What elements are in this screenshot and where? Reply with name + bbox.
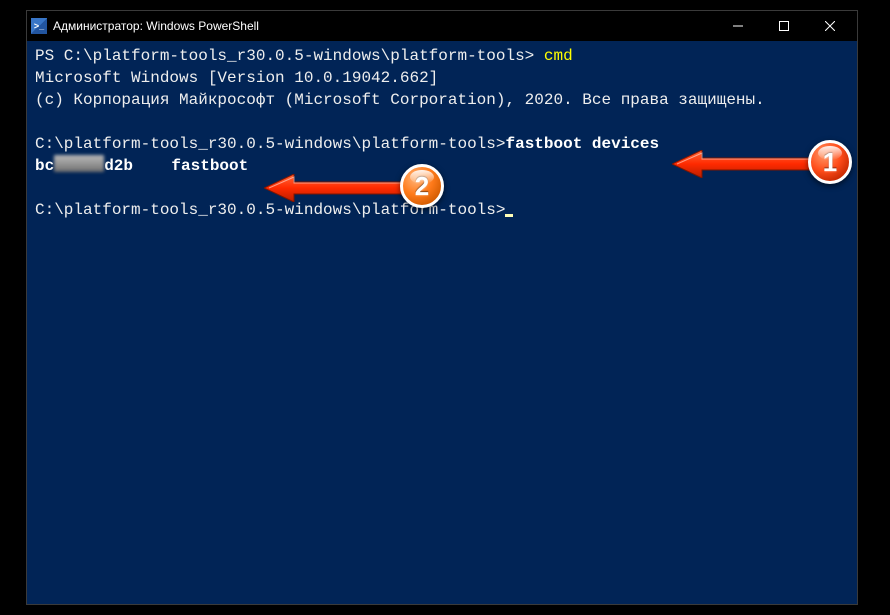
blank-line-2 <box>35 177 849 199</box>
cmd-prompt: C:\platform-tools_r30.0.5-windows\platfo… <box>35 135 505 153</box>
powershell-window: >_ Администратор: Windows PowerShell PS … <box>26 10 858 605</box>
titlebar[interactable]: >_ Администратор: Windows PowerShell <box>27 11 857 41</box>
fastboot-command-line: C:\platform-tools_r30.0.5-windows\platfo… <box>35 133 849 155</box>
current-prompt-line: C:\platform-tools_r30.0.5-windows\platfo… <box>35 199 849 221</box>
close-button[interactable] <box>807 11 853 41</box>
device-mode: fastboot <box>133 157 248 175</box>
cmd-command: cmd <box>544 47 573 65</box>
ps-prompt-line: PS C:\platform-tools_r30.0.5-windows\pla… <box>35 45 849 67</box>
cmd-prompt-current: C:\platform-tools_r30.0.5-windows\platfo… <box>35 201 505 219</box>
window-title: Администратор: Windows PowerShell <box>53 19 715 33</box>
powershell-icon: >_ <box>31 18 47 34</box>
blank-line <box>35 111 849 133</box>
device-id-suffix: d2b <box>104 157 133 175</box>
fastboot-devices-command: fastboot devices <box>505 135 659 153</box>
minimize-button[interactable] <box>715 11 761 41</box>
window-controls <box>715 11 853 41</box>
copyright-line: (c) Корпорация Майкрософт (Microsoft Cor… <box>35 89 849 111</box>
maximize-button[interactable] <box>761 11 807 41</box>
device-output-line: bc d2b fastboot <box>35 155 849 177</box>
blurred-device-id <box>54 155 104 172</box>
terminal-area[interactable]: PS C:\platform-tools_r30.0.5-windows\pla… <box>27 41 857 604</box>
device-id-prefix: bc <box>35 157 54 175</box>
version-line: Microsoft Windows [Version 10.0.19042.66… <box>35 67 849 89</box>
ps-prompt: PS C:\platform-tools_r30.0.5-windows\pla… <box>35 47 544 65</box>
cursor <box>505 214 513 217</box>
